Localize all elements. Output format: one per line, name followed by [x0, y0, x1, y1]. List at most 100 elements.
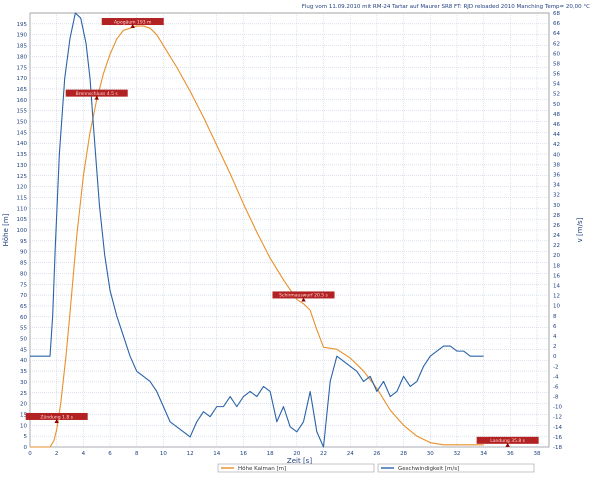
- y-right-tick-label: 64: [553, 31, 560, 37]
- y-right-tick-label: 10: [553, 304, 560, 310]
- y-right-tick-label: 16: [553, 273, 560, 279]
- y-right-tick-label: 36: [553, 172, 560, 178]
- y-left-tick-label: 100: [17, 228, 28, 234]
- y-left-tick-label: 95: [20, 239, 27, 245]
- y-right-tick-label: -14: [553, 425, 562, 431]
- y-left-tick-label: 140: [17, 141, 28, 147]
- y-right-tick-label: -8: [553, 395, 559, 401]
- y-left-tick-label: 130: [17, 163, 28, 169]
- y-left-axis-label: Höhe [m]: [2, 213, 10, 246]
- y-right-tick-label: 32: [553, 193, 560, 199]
- y-right-axis-label: v [m/s]: [576, 217, 584, 242]
- annotation-label: Brennschluss 4.5 s: [76, 91, 119, 97]
- y-left-tick-label: 195: [17, 22, 28, 28]
- legend-label: Geschwindigkeit [m/s]: [398, 466, 459, 472]
- y-right-tick-label: -18: [553, 445, 562, 451]
- y-right-tick-label: -12: [553, 415, 562, 421]
- y-right-tick-label: 46: [553, 122, 560, 128]
- x-tick-label: 4: [82, 451, 86, 457]
- y-right-tick-label: 24: [553, 233, 560, 239]
- x-tick-label: 38: [533, 451, 540, 457]
- y-left-tick-label: 155: [17, 109, 28, 115]
- y-left-tick-label: 75: [20, 282, 27, 288]
- y-left-tick-label: 85: [20, 261, 27, 267]
- y-right-tick-label: -16: [553, 435, 562, 441]
- y-left-tick-label: 180: [17, 54, 28, 60]
- x-tick-label: 30: [427, 451, 434, 457]
- legend-label: Höhe Kalman [m]: [238, 466, 286, 472]
- chart-title: Flug vom 11.09.2010 mit RM-24 Tartar auf…: [302, 4, 590, 10]
- x-tick-label: 34: [480, 451, 487, 457]
- y-right-tick-label: 38: [553, 162, 560, 168]
- x-tick-label: 22: [320, 451, 327, 457]
- y-left-tick-label: 175: [17, 65, 28, 71]
- y-left-tick-label: 125: [17, 174, 28, 180]
- x-tick-label: 24: [347, 451, 354, 457]
- y-left-tick-label: 5: [24, 434, 28, 440]
- x-tick-label: 14: [213, 451, 220, 457]
- y-right-tick-label: 54: [553, 82, 560, 88]
- y-left-tick-label: 145: [17, 130, 28, 136]
- y-right-tick-label: 26: [553, 223, 560, 229]
- y-left-tick-label: 105: [17, 217, 28, 223]
- x-tick-label: 2: [55, 451, 59, 457]
- y-right-tick-label: 8: [553, 314, 557, 320]
- y-left-tick-label: 170: [17, 76, 28, 82]
- x-tick-label: 6: [108, 451, 112, 457]
- x-tick-label: 8: [135, 451, 139, 457]
- y-left-tick-label: 185: [17, 44, 28, 50]
- y-right-tick-label: -10: [553, 405, 562, 411]
- legend-item: Höhe Kalman [m]: [217, 463, 375, 473]
- y-right-tick-label: 4: [553, 334, 557, 340]
- y-right-tick-label: 42: [553, 142, 560, 148]
- y-left-tick-label: 50: [20, 337, 27, 343]
- y-left-tick-label: 70: [20, 293, 27, 299]
- x-tick-label: 32: [453, 451, 460, 457]
- y-right-tick-label: 6: [553, 324, 557, 330]
- y-right-tick-label: 2: [553, 344, 557, 350]
- y-right-tick-label: -2: [553, 364, 558, 370]
- y-right-tick-label: 12: [553, 294, 560, 300]
- y-left-tick-label: 10: [20, 423, 27, 429]
- y-left-tick-label: 40: [20, 358, 27, 364]
- y-right-tick-label: -6: [553, 384, 559, 390]
- y-left-tick-label: 120: [17, 185, 28, 191]
- y-right-tick-label: 52: [553, 92, 560, 98]
- x-tick-label: 10: [160, 451, 167, 457]
- y-right-tick-label: 20: [553, 253, 560, 259]
- x-tick-label: 18: [267, 451, 274, 457]
- x-tick-label: 12: [187, 451, 194, 457]
- x-tick-label: 0: [28, 451, 32, 457]
- y-left-tick-label: 60: [20, 315, 27, 321]
- y-right-tick-label: 40: [553, 152, 560, 158]
- y-left-tick-label: 190: [17, 33, 28, 39]
- y-right-tick-label: 22: [553, 243, 560, 249]
- y-right-tick-label: 62: [553, 41, 560, 47]
- x-tick-label: 26: [373, 451, 380, 457]
- y-left-tick-label: 80: [20, 271, 27, 277]
- x-tick-label: 36: [507, 451, 514, 457]
- x-tick-label: 16: [240, 451, 247, 457]
- y-left-tick-label: 55: [20, 326, 27, 332]
- y-right-tick-label: 34: [553, 183, 560, 189]
- y-left-tick-label: 45: [20, 347, 27, 353]
- y-right-tick-label: 58: [553, 61, 560, 67]
- y-left-tick-label: 0: [24, 445, 28, 451]
- y-left-tick-label: 65: [20, 304, 27, 310]
- y-left-tick-label: 20: [20, 402, 27, 408]
- y-right-tick-label: 14: [553, 284, 560, 290]
- y-left-tick-label: 110: [17, 206, 28, 212]
- y-left-tick-label: 165: [17, 87, 28, 93]
- y-right-tick-label: 48: [553, 112, 560, 118]
- annotation-label: Zündung 1.8 s: [40, 414, 73, 420]
- y-left-tick-label: 35: [20, 369, 27, 375]
- annotation-label: Landung 35.8 s: [490, 438, 525, 444]
- y-right-tick-label: -4: [553, 374, 559, 380]
- y-right-tick-label: 60: [553, 51, 560, 57]
- y-right-tick-label: 18: [553, 263, 560, 269]
- chart-canvas: Flug vom 11.09.2010 mit RM-24 Tartar auf…: [0, 0, 600, 480]
- y-right-tick-label: 68: [553, 11, 560, 17]
- y-right-tick-label: 66: [553, 21, 560, 27]
- y-right-tick-label: 0: [553, 354, 557, 360]
- y-left-tick-label: 25: [20, 391, 27, 397]
